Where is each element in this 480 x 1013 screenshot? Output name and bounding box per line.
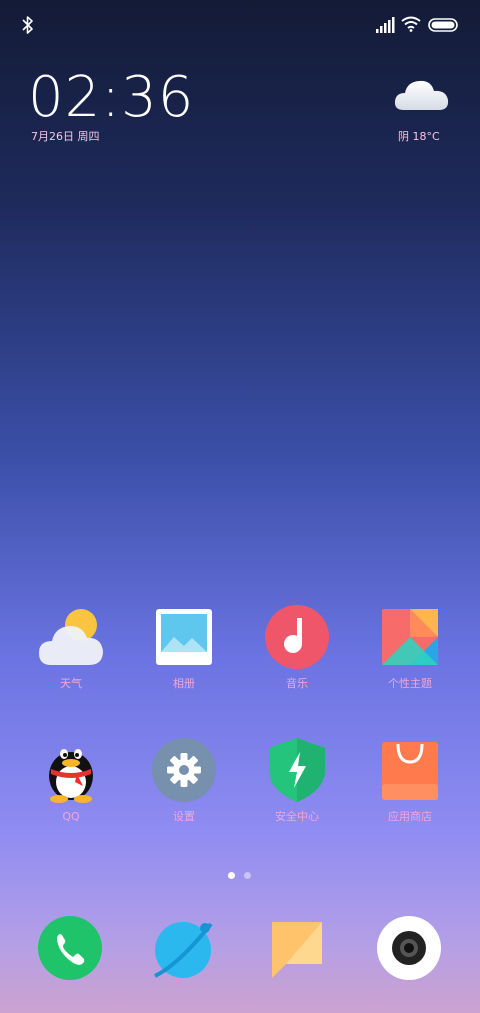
app-qq[interactable]: QQ <box>23 736 119 824</box>
app-label: QQ <box>62 810 80 823</box>
app-music[interactable]: 音乐 <box>249 603 345 691</box>
app-label: 相册 <box>173 677 195 690</box>
bluetooth-icon <box>22 16 33 34</box>
app-gallery[interactable]: 相册 <box>136 603 232 691</box>
cloud-icon <box>394 80 449 110</box>
app-label: 设置 <box>173 810 195 823</box>
app-label: 个性主题 <box>388 677 432 690</box>
camera-icon[interactable] <box>375 914 443 982</box>
phone-icon[interactable] <box>36 914 104 982</box>
wifi-icon <box>401 16 421 32</box>
app-label: 天气 <box>60 677 82 690</box>
app-label: 安全中心 <box>275 810 319 823</box>
messages-icon[interactable] <box>262 914 330 982</box>
date-label: 7月26日 周四 <box>31 130 100 143</box>
page-dot[interactable] <box>244 872 251 879</box>
browser-planet-icon[interactable] <box>149 914 217 982</box>
app-security[interactable]: 安全中心 <box>249 736 345 824</box>
settings-gear-icon <box>150 736 218 804</box>
app-store[interactable]: 应用商店 <box>362 736 458 824</box>
qq-penguin-icon <box>37 736 105 804</box>
app-settings[interactable]: 设置 <box>136 736 232 824</box>
app-themes[interactable]: 个性主题 <box>362 603 458 691</box>
page-indicator[interactable] <box>226 872 256 880</box>
status-bar <box>0 0 480 50</box>
app-label: 应用商店 <box>388 810 432 823</box>
gallery-icon <box>150 603 218 671</box>
page-dot-active[interactable] <box>228 872 235 879</box>
app-store-bag-icon <box>376 736 444 804</box>
dock <box>0 910 480 990</box>
battery-icon <box>428 18 458 32</box>
signal-icon <box>376 17 395 33</box>
music-icon <box>263 603 331 671</box>
weather-icon <box>37 603 105 671</box>
security-shield-icon <box>263 736 331 804</box>
weather-label: 阴 18°C <box>398 130 440 143</box>
clock-time[interactable]: 02:36 <box>28 66 194 130</box>
themes-icon <box>376 603 444 671</box>
app-label: 音乐 <box>286 677 308 690</box>
app-weather[interactable]: 天气 <box>23 603 119 691</box>
